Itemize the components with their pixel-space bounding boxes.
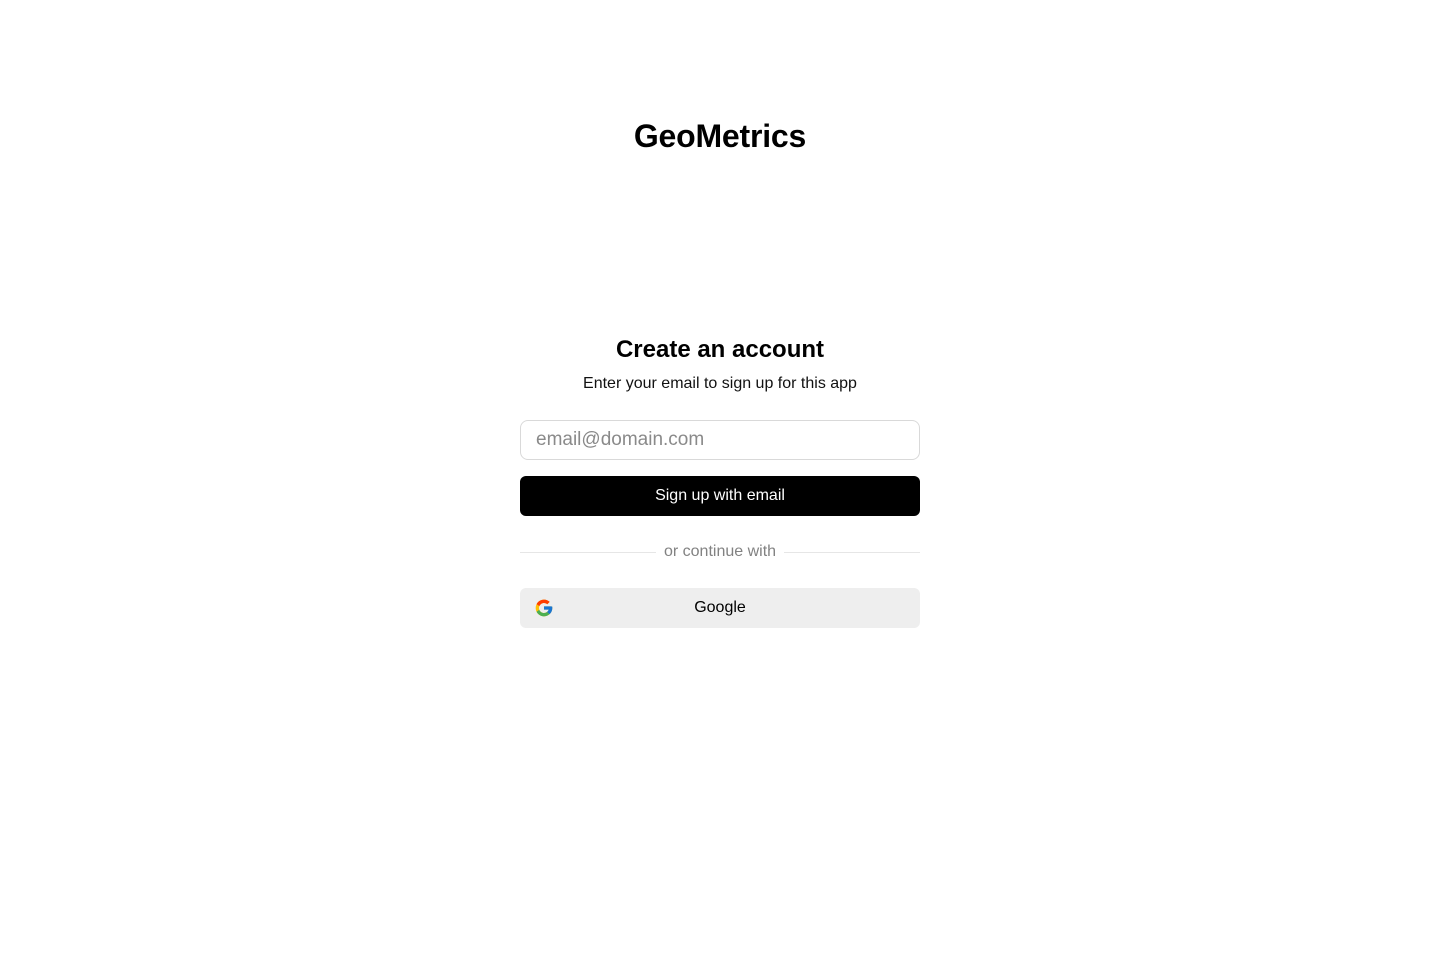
divider-text: or continue with xyxy=(663,543,777,560)
google-button-label: Google xyxy=(694,599,746,616)
sign-up-with-email-button[interactable]: Sign up with email xyxy=(520,476,920,516)
signup-card: Create an account Enter your email to si… xyxy=(520,334,920,628)
page-title: Create an account xyxy=(615,336,825,363)
divider-line-right xyxy=(784,551,920,553)
email-field[interactable] xyxy=(520,420,920,460)
divider-line-left xyxy=(520,551,656,553)
brand-logo-text: GeoMetrics xyxy=(633,118,807,154)
page-subtitle: Enter your email to sign up for this app xyxy=(583,375,857,392)
signup-page: GeoMetrics Create an account Enter your … xyxy=(0,0,1440,960)
google-signin-button[interactable]: Google xyxy=(520,588,920,628)
google-icon xyxy=(534,598,554,618)
or-divider: or continue with xyxy=(520,543,920,560)
